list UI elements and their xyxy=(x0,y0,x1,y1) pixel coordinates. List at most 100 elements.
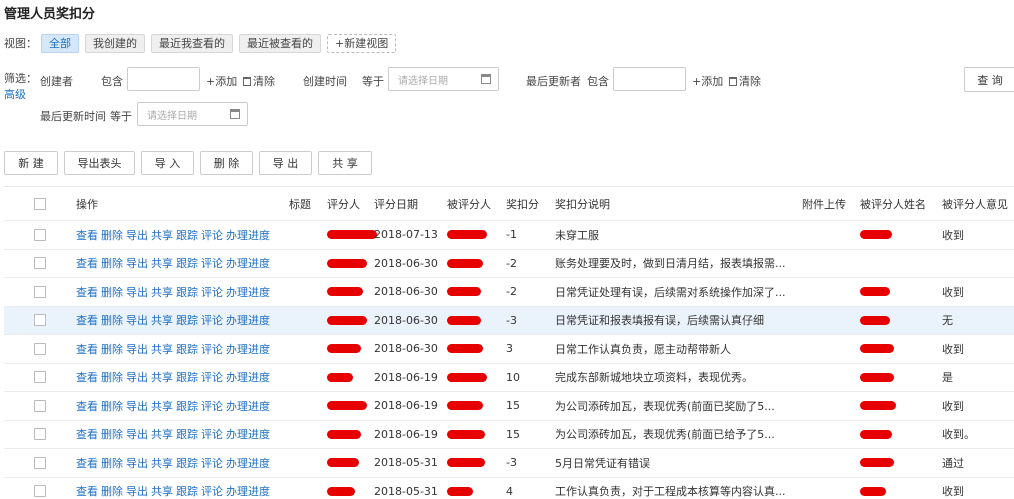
row-action-share-link[interactable]: 共享 xyxy=(151,227,173,243)
table-row[interactable]: 查看 删除 导出 共享 跟踪 评论 办理进度 2018-06-30 -2 日常凭证处理有误，… xyxy=(4,278,1014,307)
row-action-export-link[interactable]: 导出 xyxy=(126,312,148,328)
row-action-view-link[interactable]: 查看 xyxy=(76,426,98,442)
row-action-comment-link[interactable]: 评论 xyxy=(201,341,223,357)
row-checkbox[interactable] xyxy=(34,371,46,384)
row-action-delete-link[interactable]: 删除 xyxy=(101,312,123,328)
row-action-export-link[interactable]: 导出 xyxy=(126,455,148,471)
import-button[interactable]: 导 入 xyxy=(141,151,194,175)
row-action-track-link[interactable]: 跟踪 xyxy=(176,341,198,357)
row-checkbox[interactable] xyxy=(34,257,46,270)
row-action-track-link[interactable]: 跟踪 xyxy=(176,255,198,271)
row-checkbox[interactable] xyxy=(34,342,46,355)
new-view-button[interactable]: +新建视图 xyxy=(327,33,397,53)
row-action-delete-link[interactable]: 删除 xyxy=(101,483,123,499)
row-action-delete-link[interactable]: 删除 xyxy=(101,455,123,471)
row-action-share-link[interactable]: 共享 xyxy=(151,312,173,328)
last-update-time-date-input[interactable]: 请选择日期 xyxy=(137,102,248,126)
select-all-checkbox[interactable] xyxy=(34,197,46,210)
row-action-comment-link[interactable]: 评论 xyxy=(201,455,223,471)
table-row[interactable]: 查看 删除 导出 共享 跟踪 评论 办理进度 2018-07-13 -1 未穿工服 收到 xyxy=(4,221,1014,250)
row-action-comment-link[interactable]: 评论 xyxy=(201,483,223,499)
row-action-progress-link[interactable]: 办理进度 xyxy=(226,284,270,300)
row-action-track-link[interactable]: 跟踪 xyxy=(176,312,198,328)
row-action-export-link[interactable]: 导出 xyxy=(126,255,148,271)
table-row[interactable]: 查看 删除 导出 共享 跟踪 评论 办理进度 2018-06-30 -3 日常凭证和报表填报… xyxy=(4,306,1014,335)
row-checkbox[interactable] xyxy=(34,428,46,441)
table-row[interactable]: 查看 删除 导出 共享 跟踪 评论 办理进度 2018-06-19 15 为公司添砖加瓦，表… xyxy=(4,392,1014,421)
row-action-progress-link[interactable]: 办理进度 xyxy=(226,227,270,243)
row-action-share-link[interactable]: 共享 xyxy=(151,284,173,300)
row-action-delete-link[interactable]: 删除 xyxy=(101,369,123,385)
row-action-export-link[interactable]: 导出 xyxy=(126,398,148,414)
creator-add-button[interactable]: +添加 xyxy=(206,73,237,89)
delete-button[interactable]: 删 除 xyxy=(200,151,253,175)
row-action-view-link[interactable]: 查看 xyxy=(76,312,98,328)
share-button[interactable]: 共 享 xyxy=(318,151,372,175)
row-action-view-link[interactable]: 查看 xyxy=(76,398,98,414)
creator-input[interactable] xyxy=(127,67,200,91)
last-updater-input[interactable] xyxy=(613,67,686,91)
row-action-progress-link[interactable]: 办理进度 xyxy=(226,369,270,385)
row-action-delete-link[interactable]: 删除 xyxy=(101,255,123,271)
row-action-track-link[interactable]: 跟踪 xyxy=(176,426,198,442)
new-button[interactable]: 新 建 xyxy=(4,151,58,175)
row-action-view-link[interactable]: 查看 xyxy=(76,341,98,357)
row-checkbox[interactable] xyxy=(34,399,46,412)
row-action-track-link[interactable]: 跟踪 xyxy=(176,369,198,385)
row-action-export-link[interactable]: 导出 xyxy=(126,426,148,442)
row-action-track-link[interactable]: 跟踪 xyxy=(176,455,198,471)
view-tab-recently-viewed-by-me[interactable]: 最近我查看的 xyxy=(151,33,233,53)
column-header-attachment[interactable]: 附件上传 xyxy=(802,187,846,220)
row-action-progress-link[interactable]: 办理进度 xyxy=(226,312,270,328)
row-action-progress-link[interactable]: 办理进度 xyxy=(226,426,270,442)
row-action-comment-link[interactable]: 评论 xyxy=(201,398,223,414)
row-action-view-link[interactable]: 查看 xyxy=(76,227,98,243)
row-action-progress-link[interactable]: 办理进度 xyxy=(226,455,270,471)
row-action-comment-link[interactable]: 评论 xyxy=(201,426,223,442)
row-action-export-link[interactable]: 导出 xyxy=(126,483,148,499)
view-tab-recently-viewed[interactable]: 最近被查看的 xyxy=(239,33,321,53)
row-action-progress-link[interactable]: 办理进度 xyxy=(226,255,270,271)
row-action-view-link[interactable]: 查看 xyxy=(76,455,98,471)
row-action-delete-link[interactable]: 删除 xyxy=(101,426,123,442)
row-action-export-link[interactable]: 导出 xyxy=(126,369,148,385)
row-action-comment-link[interactable]: 评论 xyxy=(201,312,223,328)
row-action-view-link[interactable]: 查看 xyxy=(76,255,98,271)
row-action-delete-link[interactable]: 删除 xyxy=(101,227,123,243)
row-action-progress-link[interactable]: 办理进度 xyxy=(226,398,270,414)
row-action-comment-link[interactable]: 评论 xyxy=(201,284,223,300)
creator-clear-button[interactable]: 清除 xyxy=(243,73,275,89)
column-header-title[interactable]: 标题 xyxy=(289,187,311,220)
table-row[interactable]: 查看 删除 导出 共享 跟踪 评论 办理进度 2018-06-30 3 日常工作认真负责，愿… xyxy=(4,335,1014,364)
row-action-delete-link[interactable]: 删除 xyxy=(101,398,123,414)
row-action-comment-link[interactable]: 评论 xyxy=(201,369,223,385)
row-action-export-link[interactable]: 导出 xyxy=(126,227,148,243)
row-action-progress-link[interactable]: 办理进度 xyxy=(226,483,270,499)
column-header-rating-date[interactable]: 评分日期 xyxy=(374,187,418,220)
column-header-ratee[interactable]: 被评分人 xyxy=(447,187,491,220)
column-header-rater[interactable]: 评分人 xyxy=(327,187,360,220)
row-action-view-link[interactable]: 查看 xyxy=(76,369,98,385)
row-action-export-link[interactable]: 导出 xyxy=(126,284,148,300)
row-action-share-link[interactable]: 共享 xyxy=(151,398,173,414)
last-updater-clear-button[interactable]: 清除 xyxy=(729,73,761,89)
row-action-view-link[interactable]: 查看 xyxy=(76,483,98,499)
row-action-comment-link[interactable]: 评论 xyxy=(201,255,223,271)
row-action-delete-link[interactable]: 删除 xyxy=(101,341,123,357)
table-row[interactable]: 查看 删除 导出 共享 跟踪 评论 办理进度 2018-06-19 15 为公司添砖加瓦，表… xyxy=(4,421,1014,449)
table-row[interactable]: 查看 删除 导出 共享 跟踪 评论 办理进度 2018-05-31 -3 5月日常凭证有错误… xyxy=(4,449,1014,478)
row-checkbox[interactable] xyxy=(34,228,46,241)
row-action-track-link[interactable]: 跟踪 xyxy=(176,284,198,300)
row-action-track-link[interactable]: 跟踪 xyxy=(176,483,198,499)
row-checkbox[interactable] xyxy=(34,285,46,298)
row-action-view-link[interactable]: 查看 xyxy=(76,284,98,300)
row-checkbox[interactable] xyxy=(34,456,46,469)
row-action-delete-link[interactable]: 删除 xyxy=(101,284,123,300)
view-tab-all[interactable]: 全部 xyxy=(41,33,79,53)
export-header-button[interactable]: 导出表头 xyxy=(64,151,135,175)
row-action-share-link[interactable]: 共享 xyxy=(151,455,173,471)
column-header-ratee-opinion[interactable]: 被评分人意见 xyxy=(942,187,1008,220)
query-button[interactable]: 查 询 xyxy=(964,67,1014,92)
advanced-filter-link[interactable]: 高级 xyxy=(4,86,26,102)
row-checkbox[interactable] xyxy=(34,314,46,327)
